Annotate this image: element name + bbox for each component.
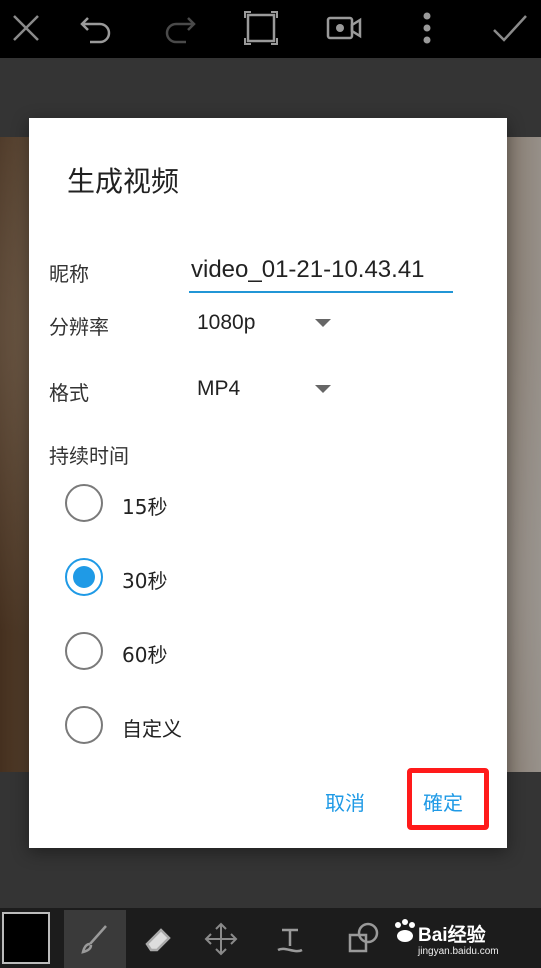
radio-60s[interactable] [65, 632, 103, 670]
name-input[interactable] [189, 249, 453, 293]
radio-label-custom[interactable]: 自定义 [122, 713, 182, 742]
watermark-subtext: jingyan.baidu.com [418, 946, 499, 957]
format-label: 格式 [49, 381, 89, 405]
video-icon[interactable] [322, 6, 366, 50]
watermark-text: Bai经验 [418, 925, 486, 946]
radio-15s[interactable] [65, 484, 103, 522]
generate-video-dialog: 生成视频 昵称 分辨率 1080p 格式 MP4 持续时间 15秒 30秒 60… [29, 118, 507, 848]
radio-label-15s[interactable]: 15秒 [122, 491, 167, 520]
radio-30s[interactable] [65, 558, 103, 596]
name-label: 昵称 [49, 262, 89, 286]
check-icon[interactable] [488, 6, 532, 50]
duration-label: 持续时间 [49, 444, 129, 468]
crop-icon[interactable] [239, 6, 283, 50]
brush-icon[interactable] [64, 910, 126, 968]
resolution-value: 1080p [197, 311, 256, 334]
dropdown-arrow-icon [315, 385, 331, 393]
radio-label-30s[interactable]: 30秒 [122, 565, 167, 594]
top-toolbar [0, 0, 541, 58]
shape-icon[interactable] [334, 910, 394, 968]
dropdown-arrow-icon [315, 319, 331, 327]
redo-icon[interactable] [158, 6, 202, 50]
format-value: MP4 [197, 377, 241, 400]
dialog-title: 生成视频 [67, 165, 180, 198]
move-icon[interactable] [190, 910, 252, 968]
more-icon[interactable] [405, 6, 449, 50]
format-select[interactable]: MP4 [197, 369, 347, 409]
resolution-select[interactable]: 1080p [197, 303, 347, 343]
text-icon[interactable] [260, 910, 320, 968]
highlight-box [407, 768, 489, 830]
resolution-label: 分辨率 [49, 315, 109, 339]
color-swatch[interactable] [2, 912, 50, 964]
cancel-button[interactable]: 取消 [325, 787, 365, 816]
undo-icon[interactable] [74, 6, 118, 50]
eraser-icon[interactable] [128, 910, 188, 968]
radio-label-60s[interactable]: 60秒 [122, 639, 167, 668]
radio-custom[interactable] [65, 706, 103, 744]
close-icon[interactable] [4, 6, 48, 50]
